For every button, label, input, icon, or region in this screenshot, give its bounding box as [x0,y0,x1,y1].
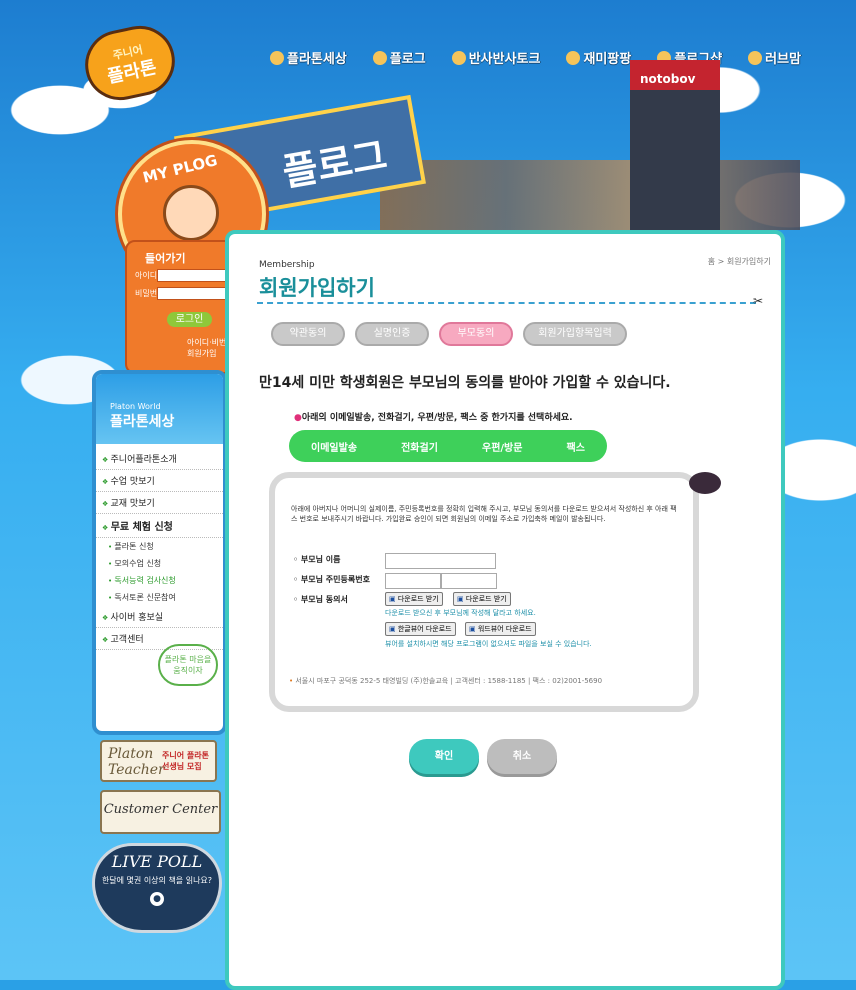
login-button[interactable]: 로그인 [167,312,212,327]
sidebar-item-intro[interactable]: 주니어플라톤소개 [96,448,223,470]
step-parent-consent: 부모동의 [439,322,513,346]
choose-instruction: ●아래의 이메일발송, 전화걸기, 우편/방문, 팩스 중 한가지를 선택하세요… [294,413,573,423]
sidebar-title: 플라톤세상 [110,414,175,430]
ssn-front-input[interactable] [385,573,441,589]
sidebar-item-free-trial[interactable]: 무료 체험 신청 [96,514,223,538]
viewer-note: 뷰어를 설치하시면 해당 프로그램이 없으셔도 파일을 보실 수 있습니다. [385,640,592,648]
step-indicator: 약관동의 실명인증 부모동의 회원가입항목입력 [271,322,627,346]
character-icon [451,51,466,65]
tower-sign: notobov [640,72,696,86]
tab-phone[interactable]: 전화걸기 [401,439,438,454]
speech-bubble: 플라톤 마음을 움직이자 [158,644,218,686]
parent-ssn-row: 부모님 주민등록번호 [293,574,370,585]
page-title-en: Membership [259,260,315,270]
consent-form-row: 부모님 동의서 [293,594,348,605]
step-terms: 약관동의 [271,322,345,346]
login-title: 들어가기 [145,252,186,265]
id-row: 아이디 [135,271,158,280]
nav-bansa-talk[interactable]: 반사반사토크 [451,48,540,67]
tab-email[interactable]: 이메일발송 [311,439,357,454]
scissors-icon: ✂ [752,294,763,308]
parent-name-row: 부모님 이름 [293,554,341,565]
step-realname: 실명인증 [355,322,429,346]
live-poll[interactable]: LIVE POLL 한달에 몇권 이상의 책을 읽나요? ● [92,843,222,933]
sidebar-title-en: Platon World [110,402,161,411]
nav-platon-world[interactable]: 플라톤세상 [270,48,347,67]
sidebar-item-class-preview[interactable]: 수업 맛보기 [96,470,223,492]
tab-fax[interactable]: 팩스 [567,439,585,454]
fax-notice: 아래에 아버지나 어머니의 실제이름, 주민등록번호를 정확히 입력해 주시고,… [291,505,677,523]
poll-title: LIVE POLL [111,852,203,871]
consent-method-tabs: 이메일발송 전화걸기 우편/방문 팩스 [289,430,607,462]
nav-fun[interactable]: 재미팡팡 [566,48,631,67]
character-icon [372,51,387,65]
confirm-button[interactable]: 확인 [409,739,479,774]
nav-plog[interactable]: 플로그 [372,48,426,67]
character-icon [748,51,763,65]
parent-name-input[interactable] [385,553,496,569]
download-hwp-button[interactable]: 다운로드 받기 [385,592,443,606]
teacher-banner-sub: 주니어 플라톤 선생님 모집 [162,751,209,771]
poll-question: 한달에 몇권 이상의 책을 읽나요? [101,876,213,885]
nav-love-mom[interactable]: 러브맘 [748,48,801,67]
teacher-banner-title: Platon Teacher [108,746,165,778]
poll-go-button[interactable]: ● [150,892,164,906]
sidebar-item-platon-apply[interactable]: 플라톤 신청 [96,538,223,555]
customer-center-banner[interactable]: Customer Center [100,790,221,834]
sidebar-menu: 주니어플라톤소개 수업 맛보기 교재 맛보기 무료 체험 신청 플라톤 신청 모… [96,448,223,650]
company-address: 서울시 마포구 공덕동 252-5 태영빌딩 (주)한솔교육 | 고객센터 : … [289,676,602,686]
main-panel: 홈 > 회원가입하기 Membership 회원가입하기 ✂ 약관동의 실명인증… [225,230,785,990]
consent-form: 아래에 아버지나 어머니의 실제이름, 주민등록번호를 정확히 입력해 주시고,… [269,472,699,712]
sidebar: Platon World 플라톤세상 주니어플라톤소개 수업 맛보기 교재 맛보… [92,370,227,735]
sidebar-item-book-preview[interactable]: 교재 맛보기 [96,492,223,514]
download-doc-button[interactable]: 다운로드 받기 [453,592,511,606]
city-illustration [380,160,800,230]
breadcrumb[interactable]: 홈 > 회원가입하기 [708,256,771,267]
page-title: 회원가입하기 [259,276,375,300]
top-nav: 플라톤세상 플로그 반사반사토크 재미팡팡 플로그샵 러브맘 [270,48,801,67]
cancel-button[interactable]: 취소 [487,739,557,774]
monster-icon [689,472,721,494]
character-icon [270,51,284,65]
divider [257,302,756,304]
character-icon [566,51,581,65]
teacher-banner[interactable]: Platon Teacher 주니어 플라톤 선생님 모집 [100,740,217,782]
sidebar-item-reading-test[interactable]: 독서능력 검사신청 [96,572,223,589]
sidebar-item-mock-class[interactable]: 모의수업 신청 [96,555,223,572]
sidebar-header: Platon World 플라톤세상 [96,374,223,444]
tab-mail-visit[interactable]: 우편/방문 [482,439,522,454]
ssn-back-input[interactable] [441,573,497,589]
password-input[interactable] [157,287,234,300]
step-signup-form: 회원가입항목입력 [523,322,627,346]
sidebar-item-cyber-pr[interactable]: 사이버 홍보실 [96,606,223,628]
sidebar-item-reading-debate[interactable]: 독서토론 신문참여 [96,589,223,606]
download-note: 다운로드 받으신 후 부모님께 작성해 달라고 하세요. [385,609,536,617]
consent-headline: 만14세 미만 학생회원은 부모님의 동의를 받아야 가입할 수 있습니다. [259,375,671,391]
id-input[interactable] [157,269,234,282]
avatar [163,185,219,241]
bullet-icon: ● [294,413,302,423]
hwp-viewer-download[interactable]: 한글뷰어 다운로드 [385,622,456,636]
word-viewer-download[interactable]: 워드뷰어 다운로드 [465,622,536,636]
